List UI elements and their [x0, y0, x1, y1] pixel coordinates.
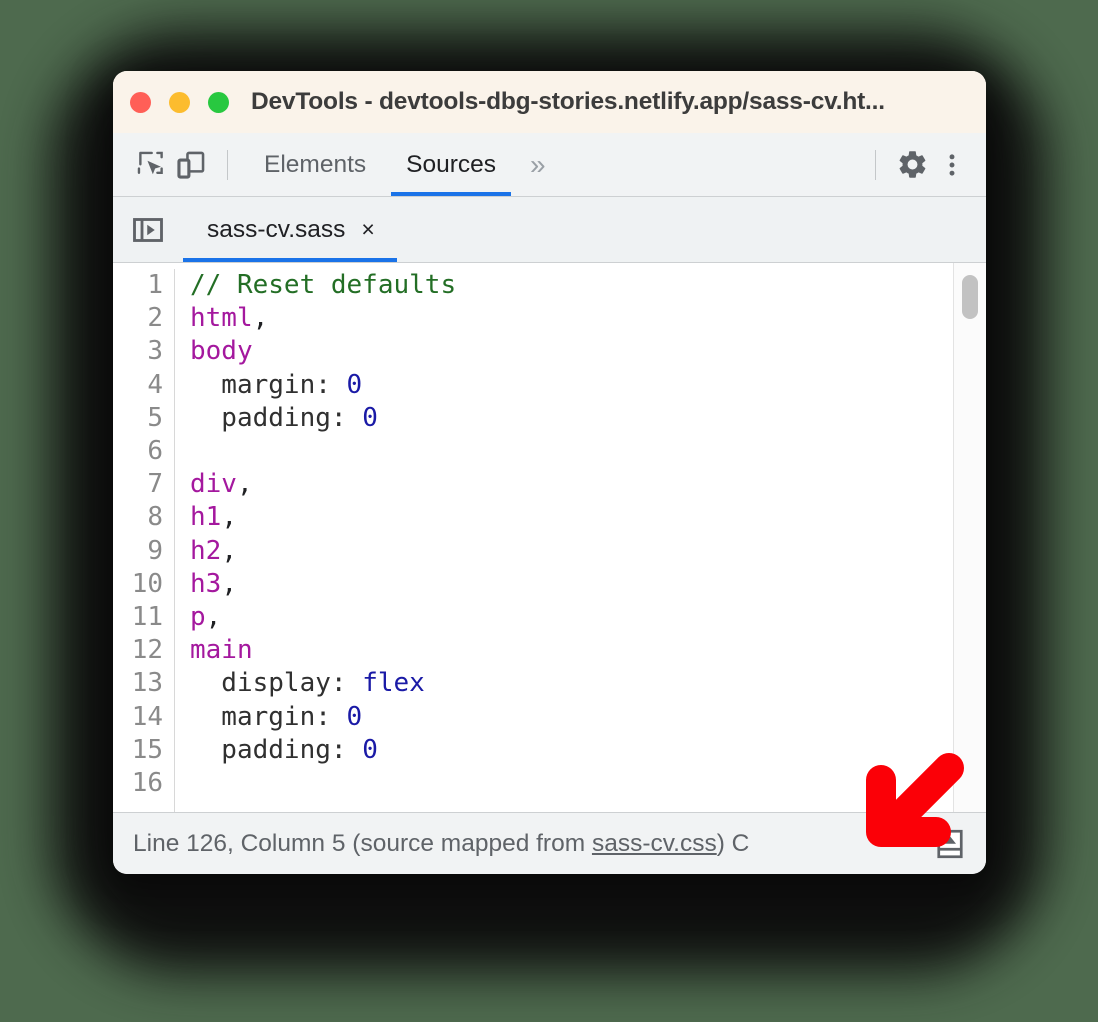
file-tab-label: sass-cv.sass	[207, 215, 346, 243]
toolbar-right-group	[859, 145, 972, 185]
code-token: ,	[221, 535, 237, 566]
toolbar-divider-left	[227, 149, 228, 180]
editor-statusbar: Line 126, Column 5 (source mapped from s…	[113, 812, 986, 874]
status-suffix: ) C	[716, 829, 750, 857]
code-token: div	[190, 469, 237, 500]
code-token: display:	[190, 668, 363, 699]
line-number: 1	[147, 270, 163, 300]
code-line: html,	[190, 302, 986, 335]
code-line: padding: 0	[190, 734, 986, 767]
line-number: 11	[131, 602, 163, 633]
code-token: margin:	[190, 701, 347, 732]
panel-tab-list: Elements Sources	[244, 133, 516, 196]
code-line: p,	[190, 601, 986, 634]
status-prefix: Line 126, Column 5 (source mapped from	[133, 829, 592, 857]
file-tab-sass-cv-sass[interactable]: sass-cv.sass ×	[183, 197, 397, 262]
line-number: 2	[147, 303, 163, 334]
close-icon[interactable]: ×	[361, 218, 374, 241]
line-number: 14	[131, 701, 163, 732]
line-number: 16	[131, 768, 163, 799]
code-token: ,	[236, 469, 253, 500]
code-line: margin: 0	[190, 701, 986, 734]
status-message: Line 126, Column 5 (source mapped from s…	[133, 830, 749, 858]
screenshot-stage: DevTools - devtools-dbg-stories.netlify.…	[0, 0, 1098, 1022]
code-token: // Reset defaults	[190, 270, 457, 300]
code-line: display: flex	[190, 667, 986, 700]
tab-sources[interactable]: Sources	[386, 133, 516, 196]
code-line: div,	[190, 468, 986, 501]
more-panels-label: »	[530, 148, 546, 180]
code-token: ,	[252, 303, 269, 334]
line-number: 4	[147, 369, 163, 400]
line-number: 13	[131, 668, 163, 699]
code-token: margin:	[190, 369, 347, 400]
code-token: padding:	[190, 402, 363, 433]
code-token: 0	[346, 701, 363, 732]
line-number-gutter: 1 2 3 4 5 6 7 8 9 10 11 12 13 14 15 16	[113, 269, 175, 812]
code-line: margin: 0	[190, 369, 986, 402]
traffic-lights	[130, 91, 229, 113]
tab-sources-label: Sources	[406, 150, 497, 178]
line-number: 15	[131, 734, 163, 765]
code-token: ,	[221, 502, 237, 533]
code-line: // Reset defaults	[190, 269, 986, 302]
line-number: 7	[147, 469, 163, 500]
devtools-window: DevTools - devtools-dbg-stories.netlify.…	[113, 71, 986, 874]
tab-elements[interactable]: Elements	[244, 133, 386, 196]
line-number: 6	[147, 436, 163, 467]
code-token: ,	[221, 568, 237, 599]
code-line: main	[190, 634, 986, 667]
code-token: html	[190, 303, 253, 334]
code-token: 0	[346, 369, 363, 400]
line-number: 9	[147, 535, 163, 566]
minimize-window-button[interactable]	[169, 91, 190, 113]
code-line: body	[190, 335, 986, 368]
device-toolbar-icon[interactable]	[171, 145, 211, 185]
code-token: h3	[190, 568, 222, 599]
pretty-print-icon[interactable]	[928, 822, 972, 866]
file-tabstrip: sass-cv.sass ×	[113, 197, 986, 263]
code-content[interactable]: // Reset defaults html, body margin: 0 pad…	[175, 269, 986, 812]
source-editor[interactable]: 1 2 3 4 5 6 7 8 9 10 11 12 13 14 15 16 // Reset default…	[113, 263, 986, 812]
code-token: body	[190, 336, 253, 367]
source-map-link[interactable]: sass-cv.css	[592, 830, 717, 857]
code-token: p	[190, 602, 206, 633]
line-number: 8	[147, 502, 163, 533]
inspect-element-icon[interactable]	[131, 145, 171, 185]
code-token: main	[190, 635, 253, 666]
code-token: h1	[190, 502, 222, 533]
vertical-scrollbar[interactable]	[953, 263, 986, 812]
toolbar-divider-right	[875, 149, 876, 180]
code-token: 0	[362, 402, 378, 433]
scrollbar-thumb[interactable]	[962, 275, 978, 319]
line-number: 12	[131, 635, 163, 666]
gear-icon[interactable]	[892, 145, 932, 185]
code-line: h1,	[190, 501, 986, 534]
show-navigator-icon[interactable]	[113, 197, 183, 262]
code-token: flex	[362, 668, 425, 699]
code-token: 0	[362, 734, 378, 765]
line-number: 3	[147, 336, 163, 367]
code-area: 1 2 3 4 5 6 7 8 9 10 11 12 13 14 15 16 // Reset default…	[113, 263, 986, 812]
code-line: padding: 0	[190, 402, 986, 435]
code-token: ,	[205, 602, 222, 633]
more-panels-chevron-icon[interactable]: »	[516, 148, 560, 180]
window-titlebar: DevTools - devtools-dbg-stories.netlify.…	[113, 71, 986, 133]
close-window-button[interactable]	[130, 91, 151, 113]
tab-elements-label: Elements	[264, 150, 367, 178]
line-number: 10	[131, 568, 163, 599]
code-token: h2	[190, 535, 222, 566]
code-line: h2,	[190, 535, 986, 568]
line-number: 5	[147, 402, 163, 433]
code-token: padding:	[190, 734, 363, 765]
devtools-toolbar: Elements Sources »	[113, 133, 986, 197]
window-title: DevTools - devtools-dbg-stories.netlify.…	[251, 88, 885, 115]
maximize-window-button[interactable]	[208, 91, 229, 113]
kebab-menu-icon[interactable]	[932, 145, 972, 185]
code-line: h3,	[190, 568, 986, 601]
